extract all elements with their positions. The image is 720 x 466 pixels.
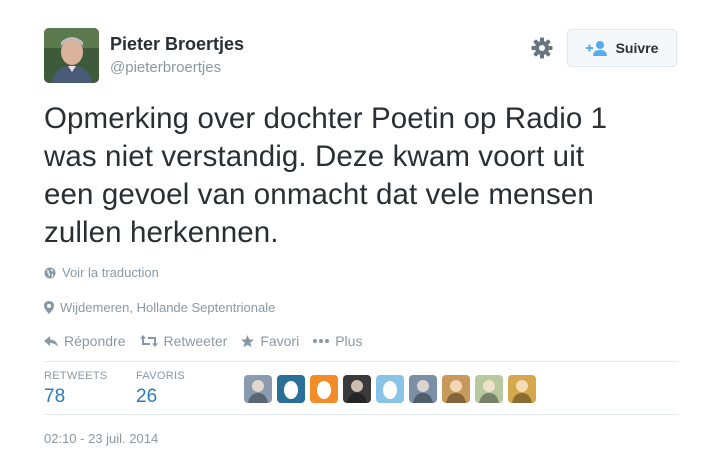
timestamp[interactable]: 02:10 - 23 juil. 2014 (44, 431, 158, 446)
star-icon (241, 334, 255, 347)
tweet-line: Opmerking over dochter Poetin op Radio 1 (44, 102, 608, 135)
follow-label: Suivre (615, 40, 659, 56)
more-label: Plus (335, 333, 363, 349)
engager-avatar[interactable] (244, 375, 272, 403)
gear-icon[interactable] (530, 36, 554, 60)
retweet-button[interactable]: Retweeter (139, 333, 228, 349)
favorite-button[interactable]: Favori (241, 333, 299, 349)
follow-button[interactable]: Suivre (567, 29, 677, 67)
more-button[interactable]: Plus (313, 333, 362, 349)
tweet-line: was niet verstandig. Deze kwam voort uit (44, 140, 585, 173)
author-name[interactable]: Pieter Broertjes (110, 34, 244, 55)
tweet-line: een gevoel van onmacht dat vele mensen (44, 178, 594, 211)
translate-link[interactable]: Voir la traduction (44, 265, 159, 280)
tweet-line: zullen herkennen. (44, 216, 279, 249)
author-handle[interactable]: @pieterbroertjes (110, 59, 221, 76)
engager-avatar[interactable] (376, 375, 404, 403)
more-icon (313, 339, 330, 343)
retweet-icon (139, 335, 158, 347)
engager-avatar[interactable] (442, 375, 470, 403)
favorites-label: FAVORIS (136, 370, 185, 382)
globe-icon (44, 267, 56, 278)
engager-avatar[interactable] (343, 375, 371, 403)
tweet-actions: Répondre Retweeter Favori Plus (44, 333, 376, 349)
engager-avatar[interactable] (277, 375, 305, 403)
engager-avatars (244, 375, 541, 403)
retweet-label: Retweeter (163, 333, 228, 349)
engager-avatar[interactable] (475, 375, 503, 403)
divider (44, 361, 678, 362)
translate-label: Voir la traduction (62, 265, 159, 280)
retweets-count: 78 (44, 386, 66, 407)
location-pin-icon (44, 301, 54, 314)
engager-avatar[interactable] (310, 375, 338, 403)
retweets-label: RETWEETS (44, 370, 108, 382)
retweets-stat[interactable]: RETWEETS 78 (44, 370, 108, 408)
engager-avatar[interactable] (508, 375, 536, 403)
favorite-label: Favori (260, 333, 300, 349)
reply-icon (44, 335, 58, 347)
reply-label: Répondre (64, 333, 126, 349)
engager-avatar[interactable] (409, 375, 437, 403)
tweet-text: Opmerking over dochter Poetin op Radio 1… (44, 100, 694, 252)
favorites-count: 26 (136, 386, 158, 407)
avatar[interactable] (44, 28, 99, 83)
location-link[interactable]: Wijdemeren, Hollande Septentrionale (44, 300, 275, 315)
add-user-icon (585, 40, 608, 56)
reply-button[interactable]: Répondre (44, 333, 126, 349)
location-label: Wijdemeren, Hollande Septentrionale (60, 300, 276, 315)
divider (44, 414, 678, 415)
favorites-stat[interactable]: FAVORIS 26 (136, 370, 185, 408)
